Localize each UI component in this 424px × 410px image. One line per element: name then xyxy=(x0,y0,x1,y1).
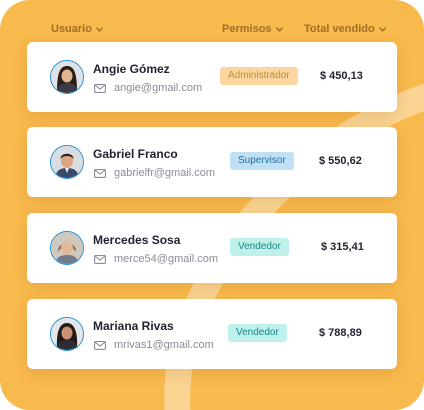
role-badge: Vendedor xyxy=(230,238,289,256)
column-header-total-vendido[interactable]: Total vendido xyxy=(304,22,387,36)
users-panel: Usuario Permisos Total vendido Angie Góm… xyxy=(0,0,424,410)
avatar xyxy=(50,60,84,94)
user-name: Mariana Rivas xyxy=(93,319,174,333)
role-badge: Administrador xyxy=(220,67,298,85)
total-sold: $ 788,89 xyxy=(319,327,362,339)
role-badge: Vendedor xyxy=(228,324,287,342)
email-line: mrivas1@gmail.com xyxy=(94,339,214,351)
table-row[interactable]: Angie Gómez angie@gmail.com Administrado… xyxy=(27,42,397,112)
column-header-permisos[interactable]: Permisos xyxy=(222,22,284,36)
total-sold: $ 315,41 xyxy=(321,241,364,253)
user-email: gabrielfr@gmail.com xyxy=(114,167,216,179)
avatar xyxy=(50,231,84,265)
mail-icon xyxy=(94,83,106,93)
column-header-usuario-label: Usuario xyxy=(51,23,92,35)
table-row[interactable]: Mariana Rivas mrivas1@gmail.com Vendedor… xyxy=(27,299,397,369)
column-header-permisos-label: Permisos xyxy=(222,23,272,35)
mail-icon xyxy=(94,254,106,264)
email-line: angie@gmail.com xyxy=(94,82,202,94)
user-email: mrivas1@gmail.com xyxy=(114,339,214,351)
role-badge: Supervisor xyxy=(230,152,294,170)
chevron-down-icon xyxy=(275,26,283,32)
total-sold: $ 450,13 xyxy=(320,70,363,82)
mail-icon xyxy=(94,168,106,178)
mail-icon xyxy=(94,340,106,350)
email-line: gabrielfr@gmail.com xyxy=(94,167,215,179)
total-sold: $ 550,62 xyxy=(319,155,362,167)
avatar xyxy=(50,317,84,351)
user-email: merce54@gmail.com xyxy=(114,253,219,265)
user-email: angie@gmail.com xyxy=(114,82,203,94)
table-row[interactable]: Gabriel Franco gabrielfr@gmail.com Super… xyxy=(27,127,397,197)
table-row[interactable]: Mercedes Sosa merce54@gmail.com Vendedor… xyxy=(27,213,397,283)
user-name: Mercedes Sosa xyxy=(93,233,181,247)
user-name: Gabriel Franco xyxy=(93,147,178,161)
email-line: merce54@gmail.com xyxy=(94,253,218,265)
column-header-usuario[interactable]: Usuario xyxy=(51,22,104,36)
chevron-down-icon xyxy=(378,26,386,32)
chevron-down-icon xyxy=(96,26,103,32)
column-header-total-label: Total vendido xyxy=(304,23,375,35)
user-name: Angie Gómez xyxy=(93,62,170,76)
avatar xyxy=(50,145,84,179)
